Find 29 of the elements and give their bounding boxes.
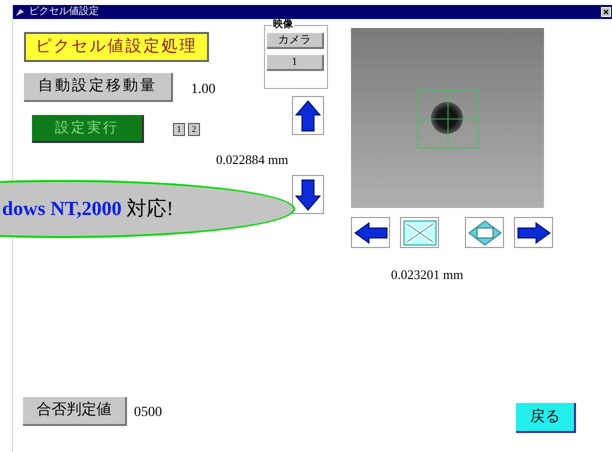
down-arrow-icon (295, 178, 321, 210)
window-title: ピクセル値設定 (29, 7, 99, 17)
page-button[interactable]: 1 (173, 123, 185, 136)
expand-arrows-icon (402, 220, 436, 246)
horizontal-reading: 0.023201 mm (391, 266, 464, 284)
expand-button[interactable] (400, 217, 439, 248)
camera-button[interactable]: カメラ (267, 33, 324, 49)
left-arrow-button[interactable] (351, 217, 390, 248)
left-arrow-icon (354, 222, 388, 244)
judge-threshold-button[interactable]: 合否判定値 (23, 397, 127, 426)
page-button[interactable]: 2 (188, 123, 200, 136)
auto-move-button[interactable]: 自動設定移動量 (24, 73, 173, 102)
app-icon (15, 7, 25, 17)
callout-text: dows NT,2000 対応! (2, 197, 174, 222)
shrink-button[interactable] (465, 217, 504, 248)
down-arrow-button[interactable] (292, 175, 324, 214)
camera-number-button[interactable]: 1 (267, 55, 324, 71)
back-button[interactable]: 戻る (516, 403, 576, 433)
close-icon[interactable] (601, 7, 611, 17)
contract-arrows-icon (468, 220, 502, 246)
right-arrow-icon (516, 222, 550, 244)
threshold-value: 0500 (134, 404, 162, 422)
video-group-title: 映像 (272, 20, 294, 30)
move-amount-value: 1.00 (191, 81, 216, 99)
right-arrow-button[interactable] (514, 217, 553, 248)
vertical-reading: 0.022884 mm (216, 151, 288, 169)
up-arrow-button[interactable] (292, 96, 324, 135)
up-arrow-icon (295, 100, 321, 132)
header-label: ピクセル値設定処理 (24, 32, 209, 62)
